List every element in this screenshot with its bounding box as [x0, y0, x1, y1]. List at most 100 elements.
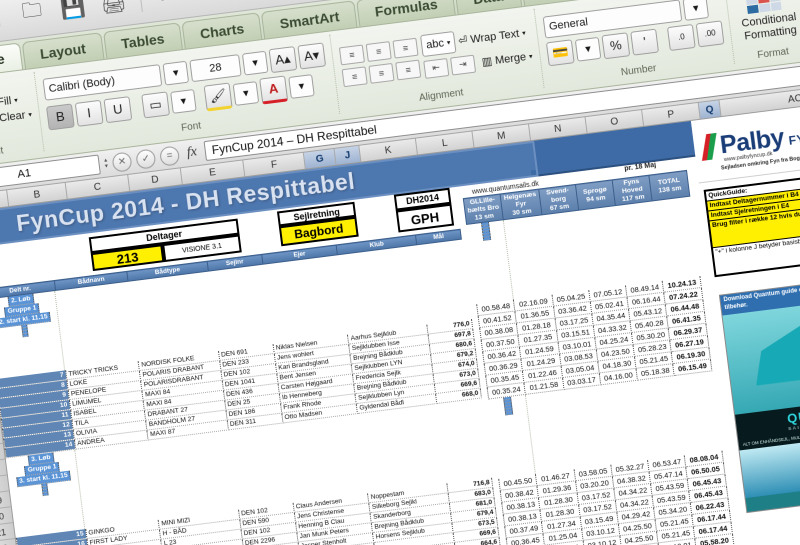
- align-center-icon[interactable]: ≡: [368, 62, 395, 84]
- group-title-number: Number: [620, 62, 658, 79]
- clear-button[interactable]: ◻ Clear ▾: [0, 108, 33, 127]
- excel-window-wrapper: 🗋 ▦ 🗀 💾 🖨 ✂ ⧉ 📋 🖌 ↶ ↷ Σ ⇅ ▽ fx ▤ 🖼 100% …: [0, 0, 800, 545]
- print-icon[interactable]: 🖨: [92, 0, 134, 23]
- align-top-icon[interactable]: ≡: [338, 44, 365, 65]
- leg-header-total[interactable]: TOTAL 138 sm: [649, 170, 690, 202]
- time-group-cell: [504, 412, 513, 417]
- chevron-down-icon[interactable]: ▾: [529, 52, 533, 60]
- fill-color-icon[interactable]: 🖌: [203, 82, 233, 112]
- cancel-icon[interactable]: ✕: [111, 150, 133, 173]
- selection-fill-handle[interactable]: [530, 169, 537, 176]
- palby-flag-icon: [699, 133, 720, 161]
- wrap-text-icon: ⏎: [457, 34, 469, 48]
- leg-times-table: GLLille-bælts Bro 13 sm Helgenæs Fyr 30 …: [462, 169, 750, 545]
- align-middle-icon[interactable]: ≡: [365, 40, 392, 62]
- chevron-down-icon[interactable]: ▾: [28, 110, 32, 118]
- bold-button[interactable]: B: [45, 102, 75, 131]
- decrease-indent-icon[interactable]: ⇤: [423, 57, 450, 79]
- merge-icon: ▥: [481, 55, 493, 69]
- chevron-down-icon[interactable]: ▾: [522, 29, 526, 37]
- ribbon-group-format: ▾ Conditional Formatting Format: [725, 0, 800, 64]
- row-header-22[interactable]: 22: [0, 538, 17, 545]
- time-group-cell: [482, 237, 491, 242]
- open-template-icon[interactable]: ▦: [0, 0, 13, 38]
- chevron-down-icon[interactable]: ▾: [446, 38, 450, 46]
- increase-indent-icon[interactable]: ⇥: [449, 54, 476, 76]
- group-header-row: 3. Løb Gruppe 1 3. start kl. 11.15: [6, 449, 86, 538]
- shrink-font-icon[interactable]: A▾: [297, 41, 327, 70]
- enter-icon[interactable]: ✓: [135, 147, 157, 170]
- underline-button[interactable]: U: [103, 95, 133, 123]
- col-header-sejlnr[interactable]: Sejlnr: [206, 254, 263, 272]
- borders-icon[interactable]: ▭: [141, 90, 170, 118]
- chevron-down-icon[interactable]: ▾: [14, 96, 18, 104]
- conditional-formatting-label: Conditional Formatting: [740, 11, 798, 43]
- italic-button[interactable]: I: [74, 99, 104, 127]
- group-title-font: Font: [180, 120, 202, 134]
- align-left-icon[interactable]: ≡: [341, 65, 368, 87]
- name-box-spinner[interactable]: ▴ ▾: [104, 157, 108, 169]
- ad-boat-shape: [749, 315, 800, 385]
- col-header-badnavn[interactable]: Bådnavn: [54, 271, 129, 291]
- col-Q[interactable]: Q: [698, 100, 722, 119]
- boat-list-table: Delt nr. Bådnavn Bådtype Sejlnr Ejer Klu…: [0, 228, 516, 545]
- leg-header-3[interactable]: Sprogø 94 sm: [575, 179, 616, 211]
- font-color-dropdown-icon[interactable]: ▾: [288, 73, 315, 99]
- save-icon[interactable]: 💾: [52, 0, 94, 28]
- font-color-icon[interactable]: A: [259, 74, 289, 105]
- toolbar-divider-1: [138, 0, 143, 12]
- increase-decimal-icon[interactable]: .0: [666, 23, 696, 51]
- fill-button[interactable]: ⬇ Fill ▾: [0, 93, 19, 110]
- time-group-spacer-row: [466, 220, 514, 305]
- copy-icon[interactable]: ⧉: [188, 0, 230, 11]
- fill-label: Fill: [0, 94, 12, 109]
- wrap-text-label: Wrap Text: [469, 27, 520, 46]
- font-size-dropdown-icon[interactable]: ▾: [241, 50, 269, 76]
- group-header-row: 2. Løb Gruppe 1 2. start kl. 11.15: [0, 290, 66, 380]
- font-name-dropdown-icon[interactable]: ▾: [162, 60, 189, 86]
- group-empty-cell: [42, 492, 49, 497]
- leg-header-4[interactable]: Fyns Hoved 117 sm: [612, 175, 653, 207]
- leg-header-2[interactable]: Svend-borg 67 sm: [538, 184, 579, 216]
- col-header-ejer[interactable]: Ejer: [261, 244, 338, 265]
- screenshot-stage: 🗋 ▦ 🗀 💾 🖨 ✂ ⧉ 📋 🖌 ↶ ↷ Σ ⇅ ▽ fx ▤ 🖼 100% …: [0, 0, 800, 545]
- borders-dropdown-icon[interactable]: ▾: [170, 88, 197, 114]
- wrap-text-button[interactable]: ⏎ Wrap Text ▾: [457, 26, 527, 48]
- grow-font-icon[interactable]: A▴: [268, 45, 298, 73]
- paste-icon[interactable]: 📋: [228, 0, 270, 5]
- currency-dropdown-icon[interactable]: ▾: [574, 36, 602, 62]
- col-J[interactable]: J: [334, 145, 362, 165]
- tab-home-label: Home: [0, 50, 6, 72]
- sponsor-sub: FYN CUP: [787, 127, 800, 148]
- quantum-ad[interactable]: Download Quantum guide om sejl, trimning…: [718, 272, 800, 514]
- orientation-button[interactable]: abc ▾: [419, 30, 457, 57]
- group-title-edit: Edit: [0, 145, 4, 159]
- comma-button[interactable]: ': [630, 28, 660, 56]
- merge-button[interactable]: ▥ Merge ▾: [481, 49, 533, 69]
- chevron-down-icon[interactable]: ▾: [782, 0, 786, 1]
- col-header-klub[interactable]: Klub: [336, 234, 418, 255]
- time-group-spacer-row: [488, 395, 536, 480]
- align-right-icon[interactable]: ≡: [395, 59, 422, 80]
- orientation-label: abc: [425, 36, 445, 51]
- merge-label: Merge: [494, 50, 527, 67]
- group-title-format: Format: [756, 46, 790, 62]
- fill-color-dropdown-icon[interactable]: ▾: [232, 80, 260, 106]
- clear-label: Clear: [0, 108, 27, 125]
- formula-builder-small-icon[interactable]: =: [158, 144, 181, 167]
- align-bottom-icon[interactable]: ≡: [392, 37, 419, 59]
- open-folder-icon[interactable]: 🗀: [11, 0, 53, 33]
- group-empty-cell: [22, 333, 29, 338]
- fx-icon: fx: [185, 144, 198, 161]
- cut-icon[interactable]: ✂: [147, 0, 189, 16]
- col-header-mal[interactable]: Mål: [415, 229, 462, 245]
- conditional-formatting-icon[interactable]: [745, 0, 782, 15]
- font-size-input[interactable]: 28: [189, 53, 242, 82]
- percent-button[interactable]: %: [601, 31, 631, 59]
- leg-header-1[interactable]: Helgenæs Fyr 30 sm: [500, 189, 542, 221]
- quickguide-box: QuickGuide: Indtast Deltagernummer i B4 …: [703, 166, 800, 278]
- excel-window: 🗋 ▦ 🗀 💾 🖨 ✂ ⧉ 📋 🖌 ↶ ↷ Σ ⇅ ▽ fx ▤ 🖼 100% …: [0, 0, 800, 545]
- number-format-dropdown-icon[interactable]: ▾: [682, 0, 710, 21]
- currency-icon[interactable]: 💳: [545, 38, 575, 66]
- decrease-decimal-icon[interactable]: .00: [695, 19, 725, 47]
